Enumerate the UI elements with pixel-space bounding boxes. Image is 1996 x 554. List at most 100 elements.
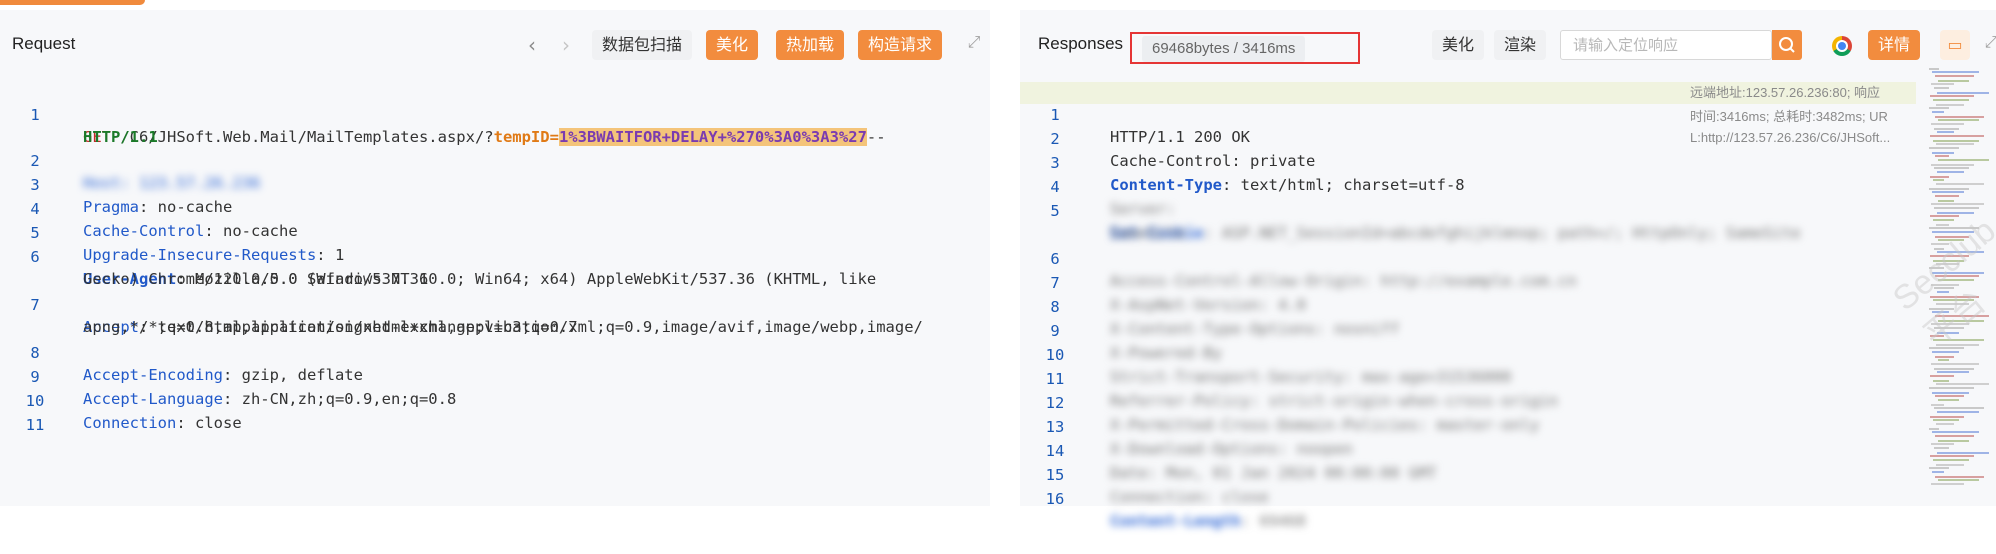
minimap-line xyxy=(1930,416,1964,418)
response-beautify-button[interactable]: 美化 xyxy=(1432,30,1485,60)
active-tab-indicator xyxy=(0,0,145,5)
minimap-line xyxy=(1929,267,1944,269)
minimap-line xyxy=(1929,147,1959,149)
minimap-line xyxy=(1937,291,1949,293)
minimap-line xyxy=(1936,303,1969,305)
render-button[interactable]: 渲染 xyxy=(1494,30,1547,60)
request-line-7-cont: apng,*/*;q=0.8,application/signed-exchan… xyxy=(83,318,578,336)
minimap-line xyxy=(1930,455,1974,457)
minimap-line xyxy=(1932,272,1984,274)
minimap-line xyxy=(1935,75,1974,77)
minimap-line xyxy=(1935,116,1984,118)
response-line-5-cont: SameSite xyxy=(1110,224,1185,242)
request-line-9: 9 Accept-Language: zh-CN,zh;q=0.9,en;q=0… xyxy=(30,368,457,408)
minimap-line xyxy=(1938,80,1969,82)
request-editor[interactable]: 1 GET /C6/JHSoft.Web.Mail/MailTemplates.… xyxy=(0,74,990,506)
chrome-icon[interactable] xyxy=(1832,36,1852,56)
minimap-line xyxy=(1934,287,1954,289)
minimap-line xyxy=(1937,371,1969,373)
minimap-line xyxy=(1935,315,1989,317)
minimap-line xyxy=(1931,243,1949,245)
request-line-4: 4 Cache-Control: no-cache xyxy=(30,200,298,240)
minimap-line xyxy=(1935,356,1954,358)
locate-response-input[interactable]: 请输入定位响应 xyxy=(1560,30,1772,60)
forward-arrow-icon[interactable]: › xyxy=(554,30,578,60)
request-line-5: 5 Upgrade-Insecure-Requests: 1 xyxy=(30,224,345,264)
minimap-line xyxy=(1933,419,1959,421)
response-pane: Responses 69468bytes / 3416ms 美化 渲染 请输入定… xyxy=(1020,10,1996,530)
minimap-line xyxy=(1938,440,1969,442)
minimap-line xyxy=(1936,263,1959,265)
search-button[interactable] xyxy=(1772,30,1802,60)
remote-address-info: 远端地址:123.57.26.236:80; 响应 xyxy=(1690,85,1881,100)
comment-icon[interactable]: ▭ xyxy=(1940,30,1970,60)
request-line-7: 7 Accept: text/html,application/xhtml+xm… xyxy=(30,296,923,336)
minimap-line xyxy=(1933,179,1944,181)
minimap-line xyxy=(1930,135,1984,137)
minimap-line xyxy=(1934,207,1979,209)
construct-request-button[interactable]: 构造请求 xyxy=(858,30,943,60)
response-line-16: 16 Content-Length: 69468 xyxy=(1045,490,1306,530)
minimap-line xyxy=(1933,339,1984,341)
minimap-line xyxy=(1938,239,1964,241)
minimap-line xyxy=(1930,255,1969,257)
request-line-8: 8 Accept-Encoding: gzip, deflate xyxy=(30,344,363,384)
hot-load-button[interactable]: 热加载 xyxy=(776,30,845,60)
response-line-14: 14 Date: Mon, 01 Jan 2024 00:00:00 GMT xyxy=(1045,442,1437,482)
request-title: Request xyxy=(12,34,76,53)
minimap-line xyxy=(1931,323,1969,325)
minimap-line xyxy=(1929,227,1979,229)
details-button[interactable]: 详情 xyxy=(1868,30,1921,60)
minimap-line xyxy=(1934,128,1959,130)
minimap-line xyxy=(1935,395,1964,397)
minimap-line xyxy=(1930,215,1959,217)
minimap-line xyxy=(1929,428,1939,430)
response-line-13: 13 X-Download-Options: noopen xyxy=(1045,418,1353,458)
minimap-line xyxy=(1937,251,1984,253)
minimap-line xyxy=(1934,248,1944,250)
minimap-line xyxy=(1938,320,1984,322)
timing-info: 时间:3416ms; 总耗时:3482ms; UR xyxy=(1690,109,1888,124)
minimap-line xyxy=(1932,71,1979,73)
minimap-line xyxy=(1934,87,1949,89)
minimap-line xyxy=(1938,119,1979,121)
minimap-line xyxy=(1932,311,1949,313)
minimap-line xyxy=(1933,260,1964,262)
request-line-2: 2 Host: 123.57.26.236 xyxy=(30,152,261,192)
minimap-line xyxy=(1930,335,1944,337)
response-expand-icon[interactable]: ⤢ xyxy=(1980,32,1996,56)
response-line-8: 8 X-Content-Type-Options: nosniff xyxy=(1050,298,1400,338)
back-arrow-icon[interactable]: ‹ xyxy=(520,30,544,60)
request-line-3: 3 Pragma: no-cache xyxy=(30,176,233,216)
minimap-line xyxy=(1931,404,1944,406)
minimap-line xyxy=(1938,399,1959,401)
minimap-line xyxy=(1936,104,1964,106)
minimap-line xyxy=(1938,200,1954,202)
response-line-12: 12 X-Permitted-Cross-Domain-Policies: ma… xyxy=(1045,394,1540,434)
request-line-10: 10 Connection: close xyxy=(25,392,242,432)
minimap-line xyxy=(1937,452,1989,454)
response-minimap[interactable] xyxy=(1925,68,1989,498)
minimap-line xyxy=(1934,327,1964,329)
minimap-line xyxy=(1936,224,1949,226)
request-line-1: 1 GET /C6/JHSoft.Web.Mail/MailTemplates.… xyxy=(30,106,886,146)
minimap-line xyxy=(1933,219,1954,221)
minimap-line xyxy=(1937,131,1954,133)
minimap-line xyxy=(1936,383,1989,385)
minimap-line xyxy=(1936,183,1984,185)
minimap-line xyxy=(1937,212,1974,214)
response-title: Responses xyxy=(1038,34,1124,53)
request-line-6: 6 User-Agent: Mozilla/5.0 (Windows NT 10… xyxy=(30,248,877,288)
minimap-line xyxy=(1934,167,1969,169)
packet-scan-button[interactable]: 数据包扫描 xyxy=(592,30,693,60)
minimap-line xyxy=(1936,464,1964,466)
pane-divider[interactable] xyxy=(990,10,1020,506)
minimap-line xyxy=(1935,155,1949,157)
response-line-10: 10 Strict-Transport-Security: max-age=31… xyxy=(1045,346,1512,386)
request-toolbar: Request ‹ › 数据包扫描 美化 热加载 构造请求 ⤢ xyxy=(0,24,990,64)
response-toolbar: Responses 69468bytes / 3416ms 美化 渲染 请输入定… xyxy=(1020,24,1996,64)
minimap-line xyxy=(1931,83,1954,85)
beautify-button[interactable]: 美化 xyxy=(706,30,759,60)
minimap-line xyxy=(1934,368,1974,370)
expand-icon[interactable]: ⤢ xyxy=(963,32,985,56)
